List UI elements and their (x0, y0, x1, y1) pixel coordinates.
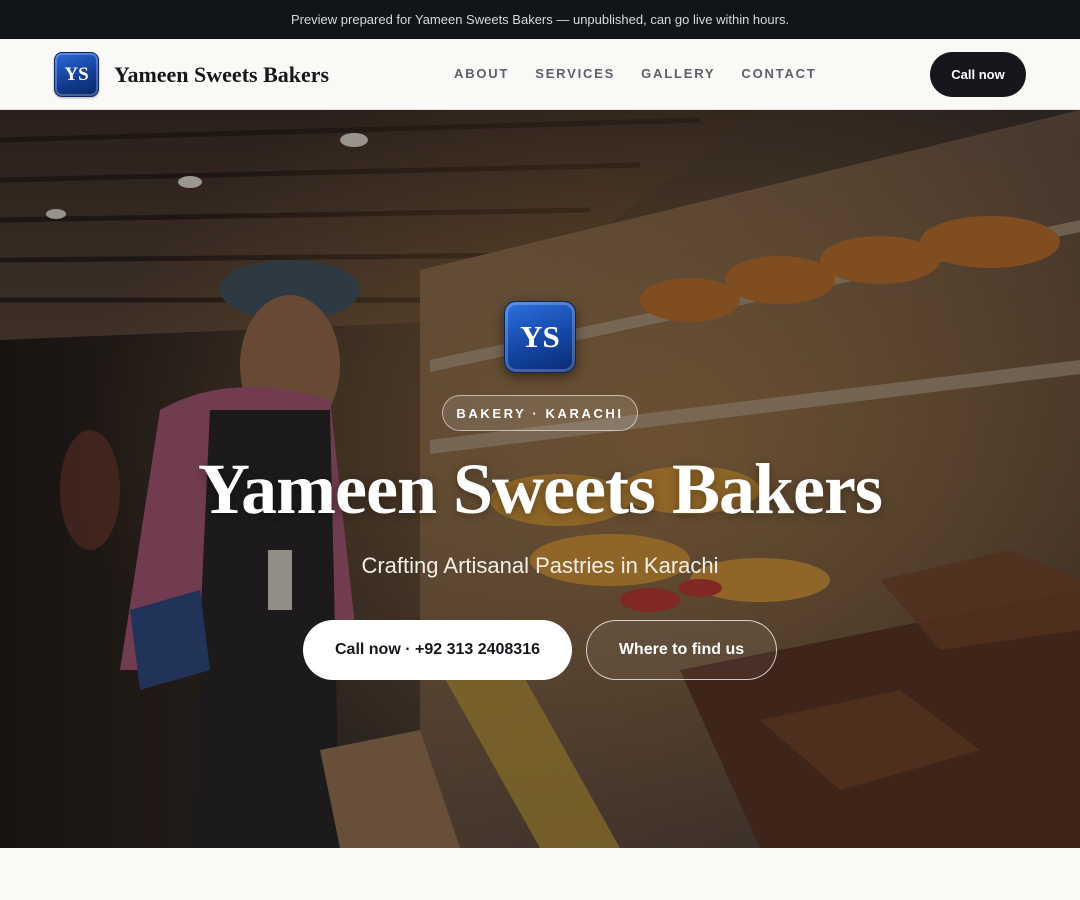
hero-category-badge: BAKERY · KARACHI (442, 395, 638, 431)
hero-subtitle: Crafting Artisanal Pastries in Karachi (361, 553, 719, 578)
nav-link-services[interactable]: SERVICES (535, 66, 615, 81)
next-section (0, 848, 1080, 900)
hero-logo-initials: YS (520, 319, 560, 354)
nav-link-contact[interactable]: CONTACT (741, 66, 816, 81)
site-header: YS Yameen Sweets Bakers ABOUT SERVICES G… (0, 39, 1080, 110)
hero-call-button[interactable]: Call now · +92 313 2408316 (303, 620, 572, 680)
main-nav: ABOUT SERVICES GALLERY CONTACT (454, 66, 817, 81)
preview-banner-text: Preview prepared for Yameen Sweets Baker… (290, 12, 790, 27)
nav-link-about[interactable]: ABOUT (454, 66, 509, 81)
nav-link-gallery[interactable]: GALLERY (641, 66, 715, 81)
logo-initials: YS (64, 63, 89, 85)
hero-section: YS BAKERY · KARACHI Yameen Sweets Bakers… (0, 110, 1080, 848)
logo-badge: YS (54, 52, 99, 97)
preview-banner: Preview prepared for Yameen Sweets Baker… (0, 0, 1080, 39)
brand[interactable]: YS Yameen Sweets Bakers (54, 52, 329, 97)
hero-logo-badge: YS (504, 301, 576, 373)
hero-title: Yameen Sweets Bakers (198, 449, 883, 529)
header-call-button[interactable]: Call now (930, 52, 1026, 97)
brand-name: Yameen Sweets Bakers (114, 61, 330, 87)
hero-directions-button[interactable]: Where to find us (586, 620, 777, 680)
